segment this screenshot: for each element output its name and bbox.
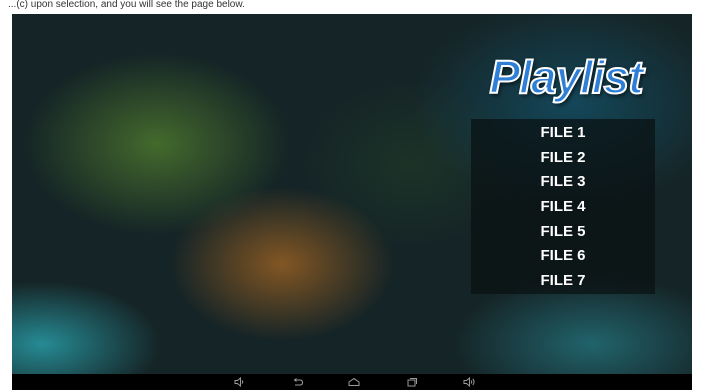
page-caption: ...(c) upon selection, and you will see … [0,0,704,14]
playlist-item-file-7[interactable]: FILE 7 [471,269,655,294]
playlist-title: Playlist [488,50,644,104]
playlist-item-file-2[interactable]: FILE 2 [471,146,655,171]
playlist-item-file-4[interactable]: FILE 4 [471,195,655,220]
playlist-item-file-3[interactable]: FILE 3 [471,170,655,195]
playlist-item-file-6[interactable]: FILE 6 [471,244,655,269]
playlist-list: FILE 1 FILE 2 FILE 3 FILE 4 FILE 5 FILE … [471,119,655,294]
back-icon[interactable] [290,376,306,388]
home-icon[interactable] [346,376,362,388]
playlist-item-file-1[interactable]: FILE 1 [471,121,655,146]
android-screen: Playlist FILE 1 FILE 2 FILE 3 FILE 4 FIL… [12,14,692,390]
playlist-item-file-5[interactable]: FILE 5 [471,220,655,245]
volume-up-icon[interactable] [462,376,478,388]
system-navigation-bar [12,374,692,390]
volume-down-icon[interactable] [232,376,248,388]
recent-apps-icon[interactable] [404,376,420,388]
